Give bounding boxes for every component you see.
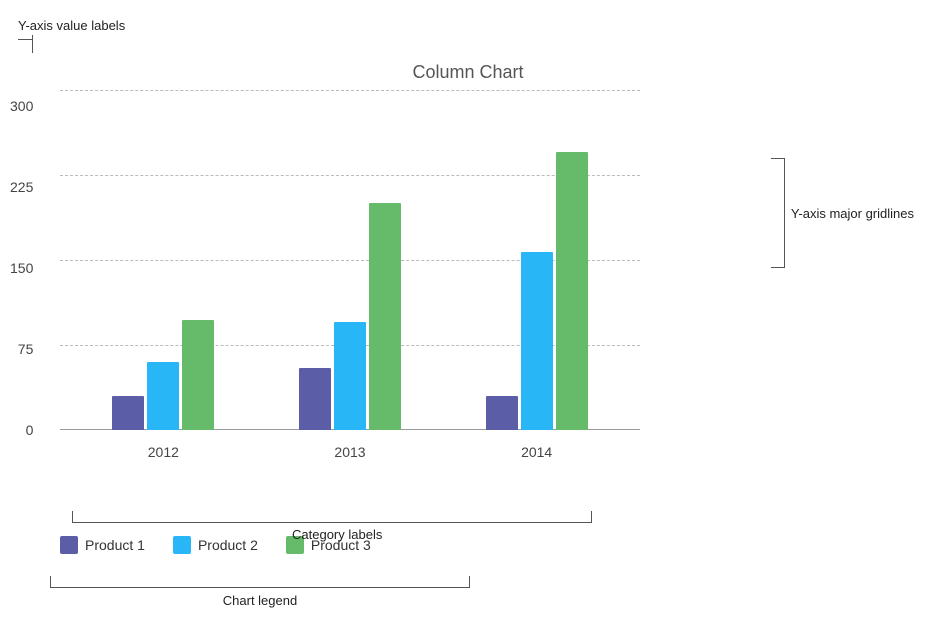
chart-area: 300 225 150 75 0 — [60, 90, 640, 430]
y-label-300: 300 — [10, 98, 33, 114]
yaxis-gridlines-text: Y-axis major gridlines — [791, 206, 914, 221]
y-label-75: 75 — [18, 341, 34, 357]
bar-2013-product1 — [299, 368, 331, 430]
bars-container — [60, 90, 640, 430]
bar-2012-product3 — [182, 320, 214, 430]
category-annotation-text: Category labels — [292, 527, 382, 542]
bar-2014-product1 — [486, 396, 518, 430]
bar-2014-product3 — [556, 152, 588, 430]
bar-2012-product2 — [147, 362, 179, 430]
y-label-225: 225 — [10, 179, 33, 195]
chart-legend-annotation-text: Chart legend — [223, 593, 297, 608]
x-label-2012: 2012 — [113, 444, 213, 460]
bar-2012-product1 — [112, 396, 144, 430]
chart-legend-annotation: Chart legend — [50, 576, 470, 610]
page-container: Y-axis value labels Column Chart 300 225… — [0, 0, 936, 622]
bar-group-2014 — [486, 152, 588, 430]
x-labels: 2012 2013 2014 — [60, 444, 640, 460]
yaxis-bracket — [18, 35, 33, 53]
yaxis-annotation-text: Y-axis value labels — [18, 18, 125, 33]
bar-group-2013 — [299, 203, 401, 430]
bar-2013-product2 — [334, 322, 366, 430]
yaxis-gridlines-annotation: Y-axis major gridlines — [769, 158, 914, 268]
y-label-0: 0 — [26, 422, 34, 438]
y-label-150: 150 — [10, 260, 33, 276]
yaxis-annotation: Y-axis value labels — [18, 18, 125, 53]
x-label-2013: 2013 — [300, 444, 400, 460]
x-label-2014: 2014 — [487, 444, 587, 460]
category-labels-annotation: Category labels — [72, 511, 592, 542]
bar-group-2012 — [112, 320, 214, 430]
bar-2014-product2 — [521, 252, 553, 430]
bar-2013-product3 — [369, 203, 401, 430]
y-axis-labels: 300 225 150 75 0 — [10, 90, 33, 430]
chart-title: Column Chart — [0, 62, 936, 83]
